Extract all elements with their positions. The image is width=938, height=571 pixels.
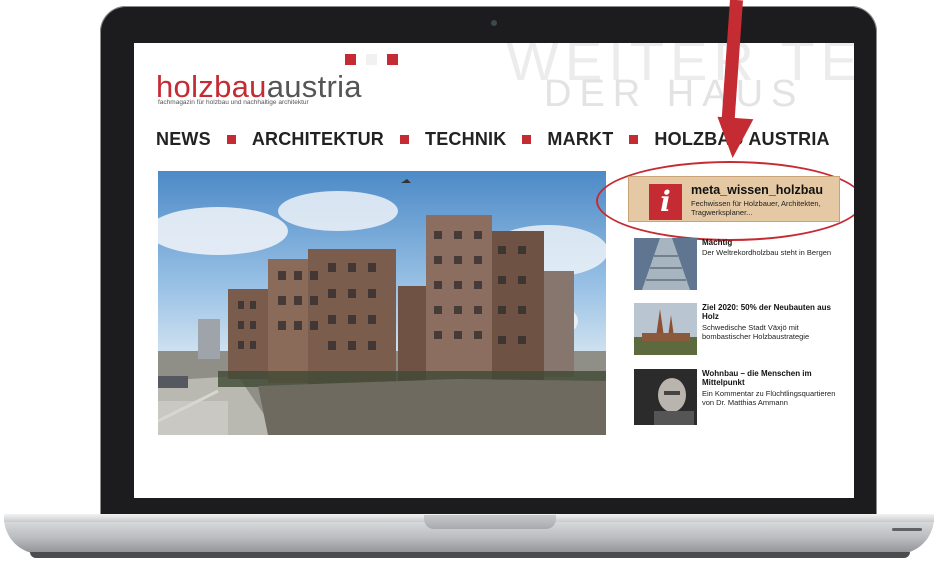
nav-item-technik[interactable]: TECHNIK (425, 129, 506, 150)
news-item[interactable]: Wohnbau – die Menschen im Mittelpunkt Ei… (634, 369, 844, 429)
laptop-notch (424, 515, 556, 529)
logo-square-icon (345, 54, 356, 65)
website-screen: WEITER TEXT AUS DER HAUS holzbauaustria … (134, 43, 854, 498)
nav-separator (400, 134, 410, 144)
news-thumbnail (634, 303, 697, 355)
building-photo (158, 179, 606, 435)
nav-item-architektur[interactable]: ARCHITEKTUR (252, 129, 384, 150)
news-item[interactable]: Ziel 2020: 50% der Neubauten aus Holz Sc… (634, 303, 844, 358)
logo-square-icon (366, 54, 377, 65)
news-description: Schwedische Stadt Växjö mit bombastische… (702, 323, 810, 341)
nav-separator (226, 134, 236, 144)
news-thumbnail (634, 369, 697, 425)
news-thumbnail (634, 238, 697, 290)
nav-item-markt[interactable]: MARKT (547, 129, 613, 150)
camera-icon (491, 20, 497, 26)
news-description: Der Weltrekordholzbau steht in Bergen (702, 248, 832, 257)
news-title: Wohnbau – die Menschen im Mittelpunkt (702, 369, 812, 387)
news-title: Ziel 2020: 50% der Neubauten aus Holz (702, 303, 831, 321)
news-title: Mächtig (702, 238, 733, 247)
laptop-side-slot (892, 528, 922, 531)
laptop-base-shadow (30, 552, 910, 558)
logo-square-icon (387, 54, 398, 65)
ghost-headline-2: DER HAUS (544, 73, 805, 115)
nav-separator (629, 134, 639, 144)
laptop-mockup: WEITER TEXT AUS DER HAUS holzbauaustria … (0, 0, 938, 571)
info-icon: i (649, 184, 682, 220)
hero-image[interactable] (158, 171, 606, 435)
arrow-head-icon (714, 116, 754, 160)
meta-banner-title: meta_wissen_holzbau (691, 183, 823, 197)
news-description: Ein Kommentar zu Flüchtlingsquartieren v… (702, 389, 836, 407)
site-tagline: fachmagazin für holzbau und nachhaltige … (158, 99, 309, 106)
meta-banner-subtitle: Fechwissen für Holzbauer, Architekten, T… (691, 199, 821, 217)
nav-separator (522, 134, 532, 144)
news-item[interactable]: Mächtig Der Weltrekordholzbau steht in B… (634, 238, 844, 293)
nav-item-news[interactable]: NEWS (156, 129, 211, 150)
meta-wissen-banner[interactable]: i meta_wissen_holzbau Fechwissen für Hol… (628, 176, 840, 222)
